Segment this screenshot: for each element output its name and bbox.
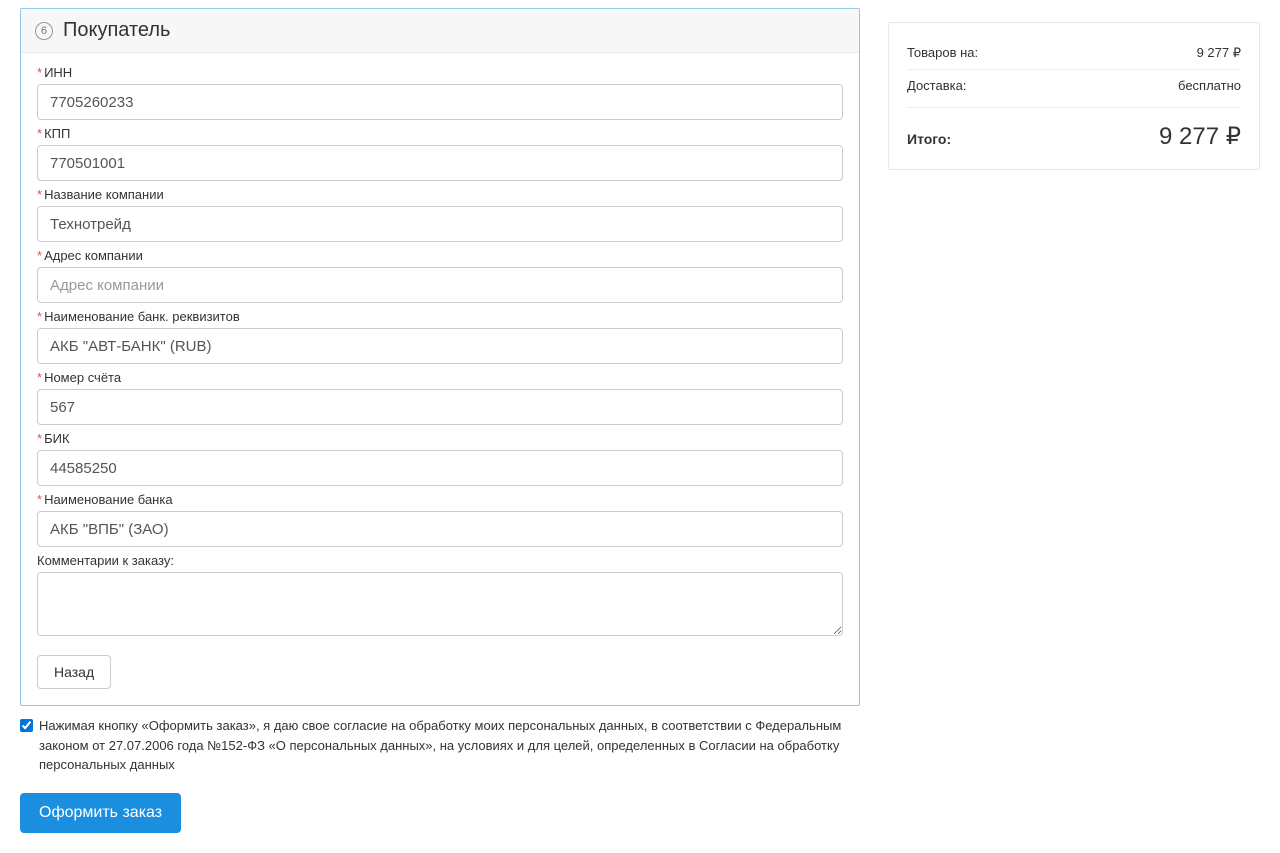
bank-name-label: *Наименование банка [37, 488, 843, 511]
back-button[interactable]: Назад [37, 655, 111, 689]
comment-label: Комментарии к заказу: [37, 549, 843, 572]
order-summary: Товаров на: 9 277 ₽ Доставка: бесплатно … [888, 22, 1260, 170]
company-address-input[interactable] [37, 267, 843, 303]
bank-req-label: *Наименование банк. реквизитов [37, 305, 843, 328]
bik-input[interactable] [37, 450, 843, 486]
company-name-label: *Название компании [37, 183, 843, 206]
summary-goods-value: 9 277 ₽ [1197, 45, 1241, 61]
agree-text: Нажимая кнопку «Оформить заказ», я даю с… [39, 716, 860, 775]
panel-title: Покупатель [63, 19, 170, 42]
summary-delivery-row: Доставка: бесплатно [907, 70, 1241, 101]
account-number-input[interactable] [37, 389, 843, 425]
step-number: 6 [35, 22, 53, 40]
bik-label: *БИК [37, 427, 843, 450]
inn-input[interactable] [37, 84, 843, 120]
summary-goods-label: Товаров на: [907, 45, 978, 60]
summary-delivery-label: Доставка: [907, 78, 966, 93]
buyer-panel: 6 Покупатель *ИНН *КПП *Название компани… [20, 8, 860, 706]
company-address-label: *Адрес компании [37, 244, 843, 267]
bank-req-input[interactable] [37, 328, 843, 364]
account-number-label: *Номер счёта [37, 366, 843, 389]
panel-header: 6 Покупатель [21, 9, 859, 53]
kpp-input[interactable] [37, 145, 843, 181]
comment-textarea[interactable] [37, 572, 843, 636]
summary-total-row: Итого: 9 277 ₽ [907, 107, 1241, 155]
summary-goods-row: Товаров на: 9 277 ₽ [907, 37, 1241, 70]
summary-total-value: 9 277 ₽ [1159, 122, 1241, 151]
summary-total-label: Итого: [907, 131, 951, 147]
agree-checkbox[interactable] [20, 719, 33, 732]
kpp-label: *КПП [37, 122, 843, 145]
submit-order-button[interactable]: Оформить заказ [20, 793, 181, 833]
inn-label: *ИНН [37, 61, 843, 84]
company-name-input[interactable] [37, 206, 843, 242]
bank-name-input[interactable] [37, 511, 843, 547]
summary-delivery-value: бесплатно [1178, 78, 1241, 93]
